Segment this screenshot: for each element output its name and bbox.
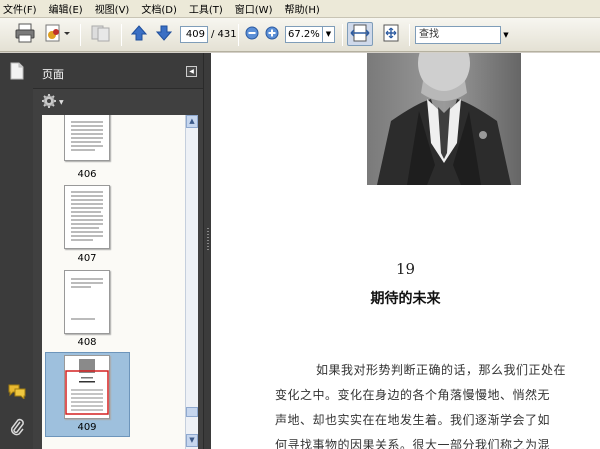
page-thumbnail-407[interactable] [64,185,110,249]
page-thumbnail-label: 409 [77,422,97,433]
chevron-down-icon: ▼ [59,99,64,106]
menu-document[interactable]: 文档(D) [141,1,177,16]
collaborate-button[interactable] [42,22,72,46]
page-total: / 431 [211,29,237,40]
thumbnail-scrollbar[interactable]: ▲ ▼ [185,115,198,449]
paragraph-line: 变化之中。变化在身边的各个角落慢慢地、悄然无 [275,388,551,402]
page-thumbnail-label: 408 [77,337,97,348]
page-thumbnail-label: 406 [77,169,97,180]
zoom-level-input[interactable]: 67.2% [285,26,323,43]
print-button[interactable] [12,22,38,46]
toolbar: 409 / 431 67.2% ▼ 查找 ▼ [0,18,600,52]
navigation-strip [0,53,33,449]
comments-icon [8,383,26,402]
arrow-down-icon [155,24,173,45]
page-thumbnail-408[interactable] [64,270,110,334]
panel-collapse-button[interactable]: ◀ [186,66,197,77]
toolbar-separator [409,24,410,46]
zoom-in-button[interactable] [263,22,281,46]
document-view[interactable]: 19 期待的未来 如果我对形势判断正确的话，那么我们正处在 变化之中。变化在身边… [211,53,600,449]
page-number-input[interactable]: 409 [180,26,208,43]
paragraph-line: 声地、却也实实在在地发生着。我们逐渐学会了如 [275,413,551,427]
toolbar-separator [121,24,122,46]
arrow-up-icon [130,24,148,45]
fit-page-icon [381,23,401,46]
collaborate-icon [43,23,71,46]
next-page-button[interactable] [153,22,175,46]
chevron-left-icon: ◀ [189,68,194,75]
zoom-out-button[interactable] [243,22,261,46]
comments-nav-button[interactable] [8,383,26,401]
menu-edit[interactable]: 编辑(E) [49,1,83,16]
page-thumbnail-409[interactable] [64,355,110,419]
menu-file[interactable]: 文件(F) [3,1,37,16]
scroll-up-button[interactable]: ▲ [186,115,198,128]
search-dropdown-button[interactable]: ▼ [501,26,511,44]
thumbnail-list: 406 407 408 409 [42,115,185,449]
search-input[interactable]: 查找 [415,26,501,44]
panel-options-button[interactable]: ▼ [41,93,64,112]
fit-width-button[interactable] [347,22,373,46]
page-thumbnail-406[interactable] [64,115,110,161]
menu-view[interactable]: 视图(V) [95,1,130,16]
menu-window[interactable]: 窗口(W) [235,1,273,16]
chevron-down-icon: ▼ [503,31,509,39]
zoom-in-icon [265,26,279,43]
paragraph-line: 如果我对形势判断正确的话，那么我们正处在 [316,363,567,377]
menu-tools[interactable]: 工具(T) [189,1,223,16]
printer-icon [14,23,36,46]
chapter-number: 19 [395,260,416,278]
toolbar-separator [238,24,239,46]
page-thumbnail-label: 407 [77,253,97,264]
gear-icon [41,93,57,112]
paperclip-icon [9,418,25,439]
chevron-down-icon: ▼ [325,30,332,38]
fit-page-button[interactable] [378,22,404,46]
splitter-grip [207,228,209,250]
panel-splitter[interactable] [203,53,211,449]
panel-header: 页面 ◀ [33,53,203,89]
previous-page-button[interactable] [128,22,150,46]
portrait-photo [367,53,521,185]
attachments-nav-button[interactable] [8,418,26,439]
fit-width-icon [350,23,370,46]
chevron-down-icon: ▼ [189,436,195,444]
toolbar-separator [342,24,343,46]
share-button[interactable] [88,22,114,46]
panel-title: 页面 [42,68,64,81]
zoom-dropdown-button[interactable]: ▼ [323,26,335,43]
share-icon [90,23,112,46]
scrollbar-thumb[interactable] [186,407,198,417]
paragraph-line: 何寻找事物的因果关系。很大一部分我们称之为混 [275,438,551,449]
pages-panel: 页面 ◀ ▼ 406 407 408 409 ▲ ▼ [33,53,203,449]
chevron-up-icon: ▲ [189,117,195,125]
scroll-down-button[interactable]: ▼ [186,434,198,447]
pages-nav-button[interactable] [8,62,26,83]
zoom-out-icon [245,26,259,43]
pages-icon [9,62,25,83]
toolbar-separator [80,24,81,46]
menu-help[interactable]: 帮助(H) [284,1,319,16]
chapter-title: 期待的未来 [370,291,441,307]
menu-bar: 文件(F) 编辑(E) 视图(V) 文档(D) 工具(T) 窗口(W) 帮助(H… [0,0,600,18]
